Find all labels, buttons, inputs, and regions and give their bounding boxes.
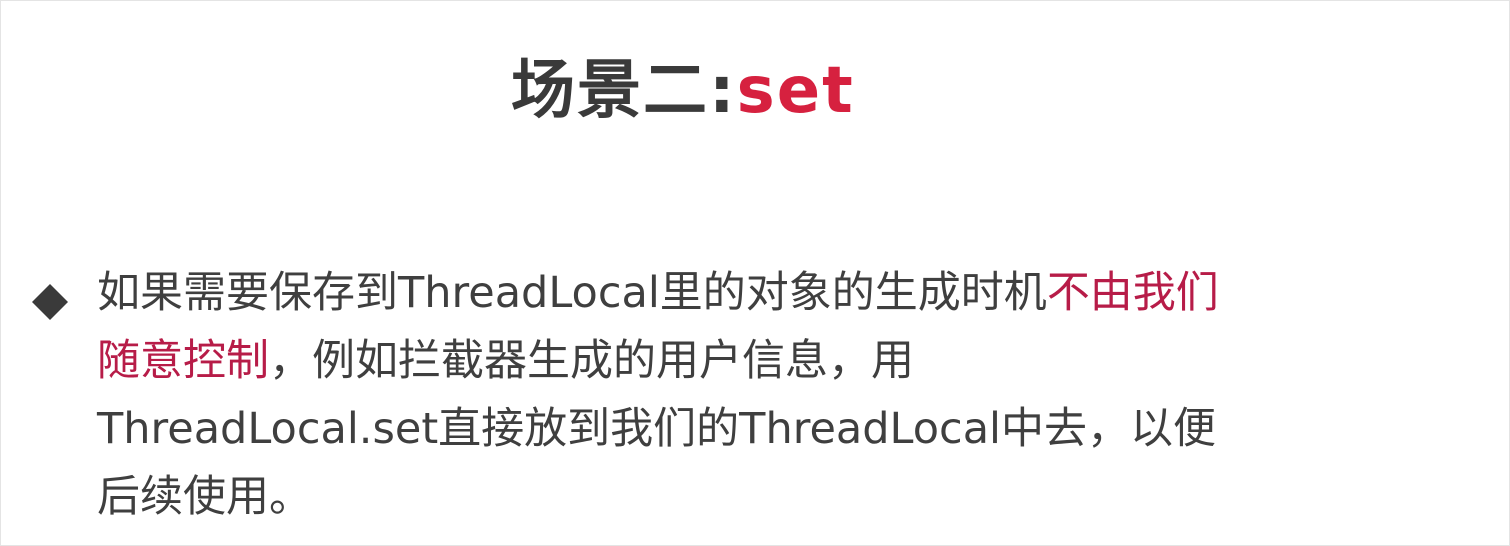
bullet-line1-text: 如果需要保存到ThreadLocal里的对象的生成时机 — [97, 268, 1047, 318]
slide-title-accent: set — [736, 54, 855, 128]
bullet-line2-text: ，例如拦截器生成的用户信息，用 — [269, 336, 914, 386]
slide: 场景二:set 如果需要保存到ThreadLocal里的对象的生成时机不由我们随… — [0, 0, 1510, 546]
slide-title: 场景二:set — [511, 41, 855, 141]
bullet-line3-text: ThreadLocal.set直接放到我们的ThreadLocal中去，以便 — [97, 404, 1216, 454]
bullet-line4-text: 后续使用。 — [97, 472, 312, 522]
bullet-text: 如果需要保存到ThreadLocal里的对象的生成时机不由我们随意控制，例如拦截… — [97, 259, 1487, 531]
bullet-line1-highlight: 不由我们 — [1046, 268, 1219, 318]
diamond-bullet-icon — [32, 284, 68, 320]
bullet-line2-highlight: 随意控制 — [97, 336, 269, 386]
slide-title-main: 场景二: — [511, 54, 737, 128]
